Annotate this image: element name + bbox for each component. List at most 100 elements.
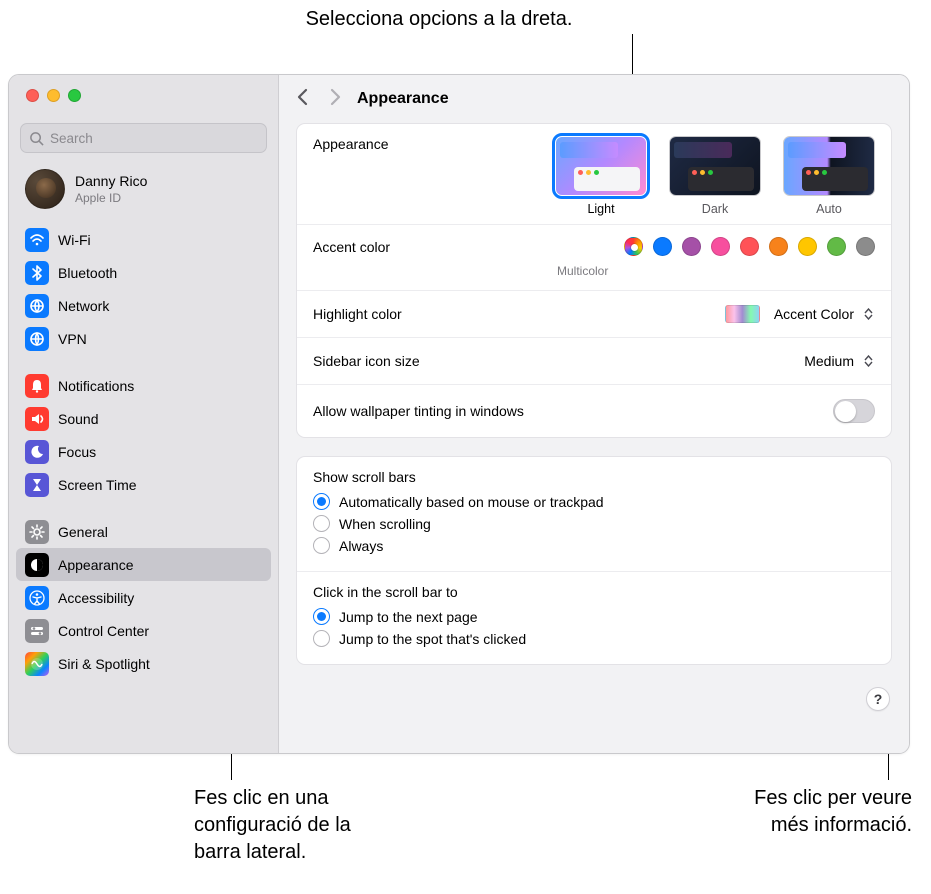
sidebar-item-accessibility[interactable]: Accessibility <box>16 581 271 614</box>
sidebar-size-label: Sidebar icon size <box>313 353 798 369</box>
accent-swatch-blue[interactable] <box>653 237 672 256</box>
sidebar-item-notifications[interactable]: Notifications <box>16 369 271 402</box>
sidebar-item-focus[interactable]: Focus <box>16 435 271 468</box>
wifi-icon <box>25 228 49 252</box>
toggle-knob <box>835 401 856 422</box>
appearance-panel: Appearance Light Dark Auto Accent color … <box>296 123 892 438</box>
scrollclick-option[interactable]: Jump to the next page <box>313 608 875 625</box>
sidebar-item-sound[interactable]: Sound <box>16 402 271 435</box>
search-input[interactable]: Search <box>20 123 267 153</box>
chevron-updown-icon <box>864 308 873 320</box>
radio-button <box>313 493 330 510</box>
main-pane: Appearance Appearance Light Dark Auto Ac… <box>279 75 909 753</box>
user-name: Danny Rico <box>75 173 147 189</box>
search-placeholder: Search <box>50 131 93 146</box>
sidebar-item-appearance[interactable]: Appearance <box>16 548 271 581</box>
sidebar-item-label: Network <box>58 298 109 314</box>
avatar <box>25 169 65 209</box>
callout-bottom-left: Fes clic en unaconfiguració de labarra l… <box>194 785 414 866</box>
scrollbars-label: Show scroll bars <box>313 469 875 485</box>
sidebar-item-label: Siri & Spotlight <box>58 656 150 672</box>
accent-row: Accent color Multicolor <box>297 225 891 291</box>
bell-icon <box>25 374 49 398</box>
accent-swatch-red[interactable] <box>740 237 759 256</box>
accent-swatch-multicolor[interactable] <box>624 237 643 256</box>
sidebar-size-row: Sidebar icon size Medium <box>297 338 891 385</box>
help-button[interactable]: ? <box>866 687 890 711</box>
zoom-button[interactable] <box>68 89 81 102</box>
sidebar-item-label: Accessibility <box>58 590 134 606</box>
hourglass-icon <box>25 473 49 497</box>
callout-top: Selecciona opcions a la dreta. <box>234 6 644 33</box>
forward-button[interactable] <box>330 88 341 111</box>
scrollbars-option[interactable]: Always <box>313 537 875 554</box>
sidebar-item-label: Bluetooth <box>58 265 117 281</box>
network-icon <box>25 294 49 318</box>
radio-label: Automatically based on mouse or trackpad <box>339 494 604 510</box>
theme-option-dark[interactable]: Dark <box>669 136 761 216</box>
sidebar-item-label: Sound <box>58 411 98 427</box>
scrollbars-option[interactable]: When scrolling <box>313 515 875 532</box>
highlight-value: Accent Color <box>774 306 854 322</box>
radio-label: Always <box>339 538 383 554</box>
accent-swatch-yellow[interactable] <box>798 237 817 256</box>
sidebar-item-wi-fi[interactable]: Wi-Fi <box>16 223 271 256</box>
toolbar: Appearance <box>279 75 909 123</box>
accent-caption: Multicolor <box>557 264 875 278</box>
radio-button <box>313 608 330 625</box>
themes: Light Dark Auto <box>555 136 875 216</box>
accent-label: Accent color <box>313 239 624 255</box>
theme-label: Auto <box>783 202 875 216</box>
sidebar-item-label: Control Center <box>58 623 149 639</box>
scrollclick-option[interactable]: Jump to the spot that's clicked <box>313 630 875 647</box>
sidebar-item-label: Focus <box>58 444 96 460</box>
minimize-button[interactable] <box>47 89 60 102</box>
chevron-updown-icon <box>864 355 873 367</box>
theme-label: Light <box>555 202 647 216</box>
theme-thumb <box>669 136 761 196</box>
tinting-toggle[interactable] <box>833 399 875 423</box>
scroll-panel: Show scroll bars Automatically based on … <box>296 456 892 665</box>
close-button[interactable] <box>26 89 39 102</box>
callout-bottom-right: Fes clic per veuremés informació. <box>702 785 912 839</box>
appearance-row: Appearance Light Dark Auto <box>297 124 891 225</box>
sidebar-item-label: VPN <box>58 331 87 347</box>
theme-label: Dark <box>669 202 761 216</box>
highlight-label: Highlight color <box>313 306 725 322</box>
account-row[interactable]: Danny Rico Apple ID <box>9 161 278 223</box>
sidebar-item-bluetooth[interactable]: Bluetooth <box>16 256 271 289</box>
sidebar: Search Danny Rico Apple ID Wi-Fi Bluetoot… <box>9 75 279 753</box>
bluetooth-icon <box>25 261 49 285</box>
scrollbars-option[interactable]: Automatically based on mouse or trackpad <box>313 493 875 510</box>
accent-swatch-pink[interactable] <box>711 237 730 256</box>
accessibility-icon <box>25 586 49 610</box>
accent-swatch-green[interactable] <box>827 237 846 256</box>
callout-line-top <box>632 34 633 76</box>
search-icon <box>29 131 44 146</box>
sidebar-item-general[interactable]: General <box>16 515 271 548</box>
sound-icon <box>25 407 49 431</box>
sidebar-item-control-center[interactable]: Control Center <box>16 614 271 647</box>
theme-thumb <box>555 136 647 196</box>
theme-thumb <box>783 136 875 196</box>
accent-swatches <box>624 237 875 256</box>
accent-swatch-orange[interactable] <box>769 237 788 256</box>
sidebar-item-vpn[interactable]: VPN <box>16 322 271 355</box>
back-button[interactable] <box>297 88 308 111</box>
accent-swatch-graphite[interactable] <box>856 237 875 256</box>
theme-option-light[interactable]: Light <box>555 136 647 216</box>
theme-option-auto[interactable]: Auto <box>783 136 875 216</box>
vpn-icon <box>25 327 49 351</box>
highlight-popup[interactable]: Accent Color <box>768 305 875 323</box>
tinting-row: Allow wallpaper tinting in windows <box>297 385 891 437</box>
sidebar-item-screen-time[interactable]: Screen Time <box>16 468 271 501</box>
accent-swatch-purple[interactable] <box>682 237 701 256</box>
sidebar-size-popup[interactable]: Medium <box>798 352 875 370</box>
tinting-label: Allow wallpaper tinting in windows <box>313 403 833 419</box>
user-sub: Apple ID <box>75 191 147 205</box>
sidebar-item-siri-spotlight[interactable]: Siri & Spotlight <box>16 647 271 680</box>
appearance-label: Appearance <box>313 136 555 152</box>
sidebar-item-network[interactable]: Network <box>16 289 271 322</box>
page-title: Appearance <box>357 90 449 108</box>
radio-button <box>313 515 330 532</box>
